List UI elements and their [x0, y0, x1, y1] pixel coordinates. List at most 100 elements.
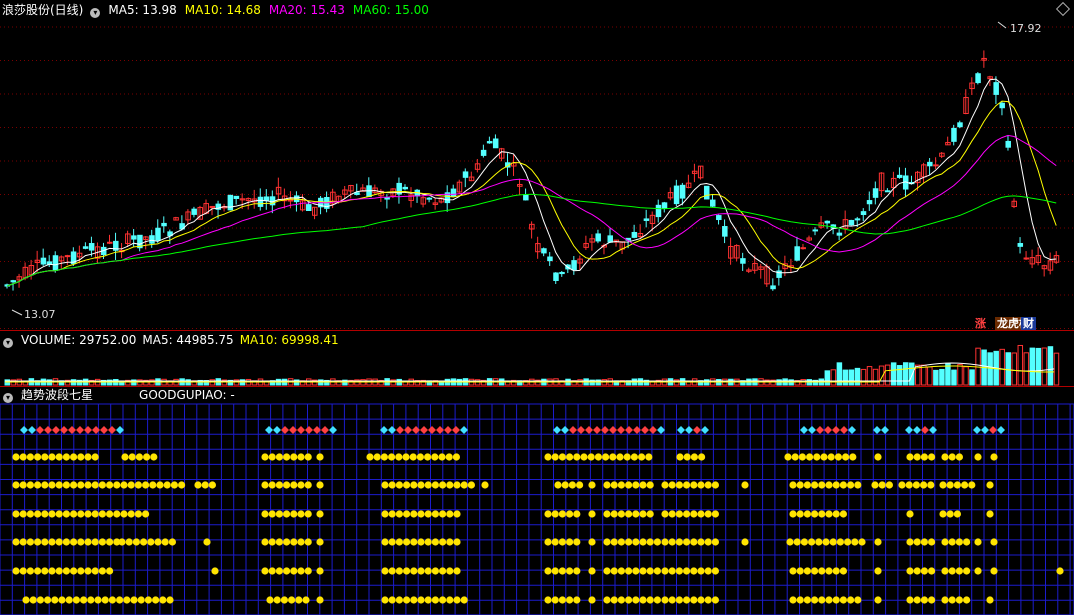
- signal-dot: [58, 596, 66, 604]
- signal-dot: [302, 596, 310, 604]
- signal-dot: [928, 538, 936, 546]
- signal-dot: [297, 538, 305, 546]
- signal-dot: [120, 510, 128, 518]
- butterfly-signal-icon: [412, 426, 420, 434]
- butterfly-signal-icon: [693, 426, 701, 434]
- signal-dot: [697, 567, 705, 575]
- signal-dot: [913, 453, 921, 461]
- signal-dot: [19, 510, 27, 518]
- signal-dot: [832, 481, 840, 489]
- signal-dot: [77, 510, 85, 518]
- signal-dot: [26, 510, 34, 518]
- signal-dot: [439, 567, 447, 575]
- signal-dot: [789, 567, 797, 575]
- signal-dot: [576, 481, 584, 489]
- signal-dot: [84, 538, 92, 546]
- signal-dot: [617, 538, 626, 546]
- signal-dot: [135, 453, 143, 461]
- signal-dot: [948, 453, 956, 461]
- signal-dot: [842, 453, 850, 461]
- signal-dot: [558, 510, 567, 518]
- signal-dot: [366, 453, 374, 461]
- candle-body: [673, 185, 680, 205]
- butterfly-signal-icon: [873, 426, 881, 434]
- butterfly-signal-icon: [585, 426, 593, 434]
- candle-body: [553, 272, 559, 281]
- volume-panel[interactable]: ▾ VOLUME: 29752.00 MA5: 44985.75 MA10: 6999…: [0, 331, 1074, 387]
- signal-dot: [304, 481, 312, 489]
- indicator-panel[interactable]: ▾ 趋势波段七星 GOODGUPIAO: -: [0, 387, 1074, 615]
- signal-dot: [439, 510, 447, 518]
- finance-tag[interactable]: 财: [1021, 317, 1036, 331]
- butterfly-signal-icon: [981, 426, 989, 434]
- signal-dot: [80, 596, 88, 604]
- signal-dot: [290, 510, 298, 518]
- butterfly-signal-icon: [460, 426, 468, 434]
- signal-dot: [261, 453, 269, 461]
- signal-dot: [381, 510, 389, 518]
- volume-bar: [951, 369, 957, 386]
- signal-dot: [690, 567, 698, 575]
- signal-dot: [603, 510, 611, 518]
- butterfly-signal-icon: [44, 426, 52, 434]
- signal-dot: [920, 567, 929, 575]
- signal-dot: [638, 453, 646, 461]
- signal-dot: [431, 481, 439, 489]
- signal-dot: [62, 481, 70, 489]
- signal-dot: [587, 453, 595, 461]
- candle-body: [426, 197, 433, 200]
- signal-dot: [48, 453, 56, 461]
- candle-body: [607, 235, 613, 243]
- candle-body: [703, 185, 710, 200]
- signal-dot: [41, 538, 49, 546]
- signal-dot: [906, 567, 914, 575]
- signal-dot: [796, 510, 804, 518]
- signal-dot: [48, 510, 56, 518]
- signal-dot: [106, 538, 114, 546]
- low-price-label: 13.07: [24, 308, 56, 321]
- signal-dot: [84, 453, 92, 461]
- signal-dot: [438, 453, 446, 461]
- volume-bar: [927, 366, 933, 386]
- signal-dot: [632, 510, 640, 518]
- signal-dot: [653, 596, 662, 604]
- candle-body: [999, 102, 1005, 109]
- signal-dot: [811, 481, 819, 489]
- volume-bar: [1005, 352, 1011, 386]
- signal-dot: [832, 596, 840, 604]
- signal-dot: [834, 453, 843, 461]
- signal-dot: [603, 481, 611, 489]
- rise-tag[interactable]: 涨: [973, 317, 988, 331]
- signal-dot: [661, 510, 669, 518]
- signal-dot: [986, 596, 994, 604]
- signal-dot: [453, 567, 461, 575]
- signal-dot: [963, 538, 971, 546]
- volume-ma10-readout: MA10: 69998.41: [239, 333, 339, 347]
- ma60-readout: MA60: 15.00: [352, 3, 429, 17]
- butterfly-signal-icon: [881, 426, 889, 434]
- signal-dot: [741, 481, 749, 489]
- candlestick-chart[interactable]: [0, 0, 1074, 331]
- signal-dot: [72, 596, 80, 604]
- signal-dot: [161, 538, 169, 546]
- signal-dot: [961, 481, 969, 489]
- volume-bar: [969, 369, 975, 386]
- signal-dot: [290, 481, 298, 489]
- indicator-toggle-icon[interactable]: ▾: [3, 393, 13, 403]
- signal-dot: [410, 596, 418, 604]
- signal-dot: [920, 538, 929, 546]
- seven-star-indicator-chart[interactable]: [0, 387, 1074, 615]
- candle-body: [486, 141, 493, 144]
- ma-toggle-icon[interactable]: ▾: [90, 8, 101, 18]
- candle-body: [957, 122, 963, 128]
- signal-dot: [208, 481, 216, 489]
- signal-dot: [948, 567, 956, 575]
- signal-dot: [460, 481, 468, 489]
- price-chart-panel[interactable]: 浪莎股份(日线) ▾ MA5: 13.98 MA10: 14.68 MA20: 15.4…: [0, 0, 1074, 331]
- signal-dot: [41, 567, 49, 575]
- signal-dot: [566, 510, 574, 518]
- signal-dot: [806, 453, 814, 461]
- signal-dot: [796, 567, 804, 575]
- volume-toggle-icon[interactable]: ▾: [3, 338, 13, 348]
- signal-dot: [623, 453, 631, 461]
